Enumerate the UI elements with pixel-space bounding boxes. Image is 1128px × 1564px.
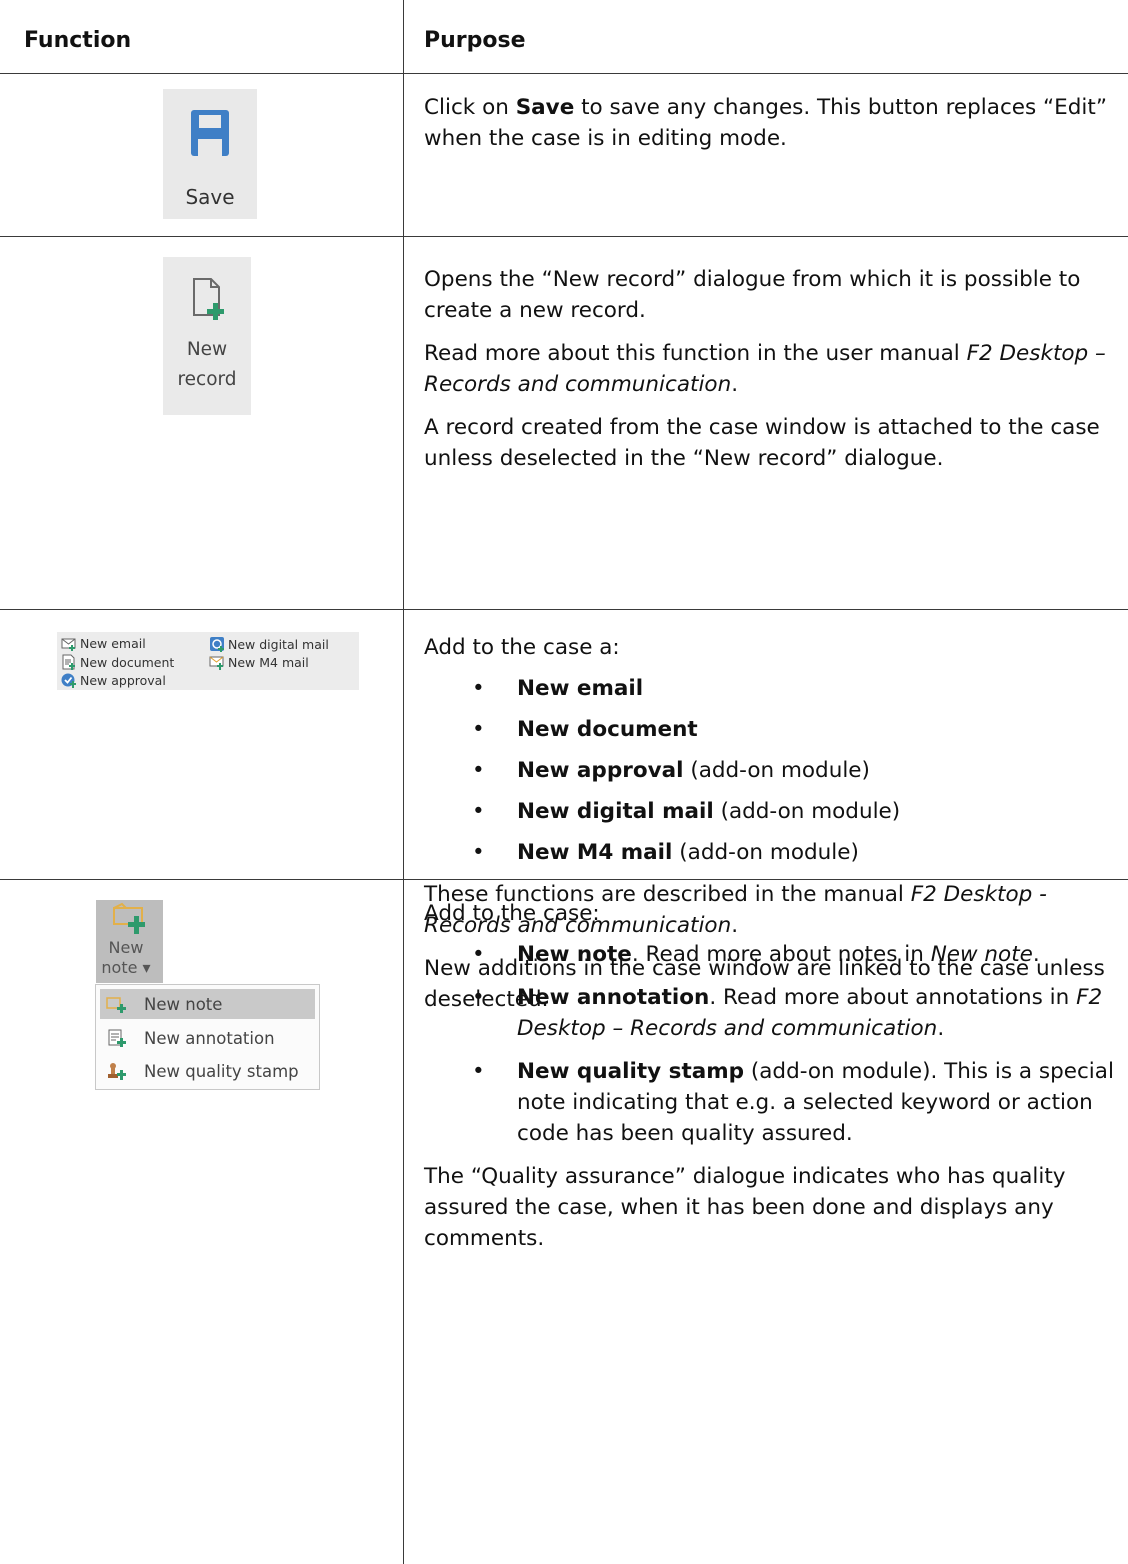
list-item: New note. Read more about notes in New n… bbox=[424, 939, 1114, 970]
header-purpose: Purpose bbox=[424, 28, 526, 53]
approval-icon bbox=[61, 673, 76, 688]
save-description: Click on Save to save any changes. This … bbox=[424, 95, 1107, 151]
save-button[interactable]: Save bbox=[163, 89, 257, 219]
list-item: New document bbox=[424, 714, 1114, 745]
save-button-label: Save bbox=[185, 185, 235, 209]
new-record-button[interactable]: New record bbox=[163, 257, 251, 415]
row-divider bbox=[0, 236, 1128, 237]
new-digital-mail-button[interactable]: New digital mail bbox=[209, 636, 329, 652]
notes-list: New note. Read more about notes in New n… bbox=[424, 939, 1114, 1149]
new-email-button[interactable]: New email bbox=[61, 636, 146, 651]
new-note-button-label: New note ▾ bbox=[101, 938, 151, 977]
new-record-description: Opens the “New record” dialogue from whi… bbox=[424, 267, 1106, 471]
quality-stamp-icon bbox=[108, 1063, 126, 1080]
notes-description: Add to the case: New note. Read more abo… bbox=[424, 898, 1114, 1254]
list-item: New digital mail (add-on module) bbox=[424, 796, 1114, 827]
list-item: New M4 mail (add-on module) bbox=[424, 837, 1114, 868]
note-icon bbox=[113, 902, 145, 934]
menu-item-new-note[interactable]: New note bbox=[100, 989, 315, 1019]
header-function: Function bbox=[24, 28, 132, 53]
note-icon bbox=[106, 997, 126, 1013]
function-table: Function Purpose Save Click on Save to s… bbox=[0, 0, 1128, 1564]
digital-mail-icon bbox=[210, 637, 224, 652]
list-item: New quality stamp (add-on module). This … bbox=[424, 1056, 1114, 1149]
new-document-button[interactable]: New document bbox=[61, 654, 174, 670]
list-item: New email bbox=[424, 673, 1114, 704]
column-divider bbox=[403, 0, 404, 1564]
new-record-label: New record bbox=[177, 339, 237, 390]
new-approval-button[interactable]: New approval bbox=[61, 672, 166, 688]
new-items-ribbon: New email New digital mail New document … bbox=[57, 632, 359, 690]
m4-mail-icon bbox=[209, 656, 224, 670]
annotation-icon bbox=[108, 1029, 126, 1047]
row-divider bbox=[0, 609, 1128, 610]
list-item: New annotation. Read more about annotati… bbox=[424, 982, 1114, 1044]
email-icon bbox=[61, 638, 76, 651]
document-icon bbox=[62, 654, 75, 670]
menu-item-new-annotation[interactable]: New annotation bbox=[100, 1023, 315, 1053]
new-m4-mail-button[interactable]: New M4 mail bbox=[209, 654, 309, 670]
list-item: New approval (add-on module) bbox=[424, 755, 1114, 786]
additions-list: New email New document New approval (add… bbox=[424, 673, 1114, 868]
new-note-dropdown-menu: New note New annotation New quality stam… bbox=[95, 984, 320, 1090]
new-record-icon bbox=[193, 278, 224, 320]
floppy-disk-icon bbox=[191, 110, 229, 156]
header-divider bbox=[0, 73, 1128, 74]
new-note-button[interactable]: New note ▾ bbox=[96, 900, 163, 983]
menu-item-new-quality-stamp[interactable]: New quality stamp bbox=[100, 1056, 315, 1086]
